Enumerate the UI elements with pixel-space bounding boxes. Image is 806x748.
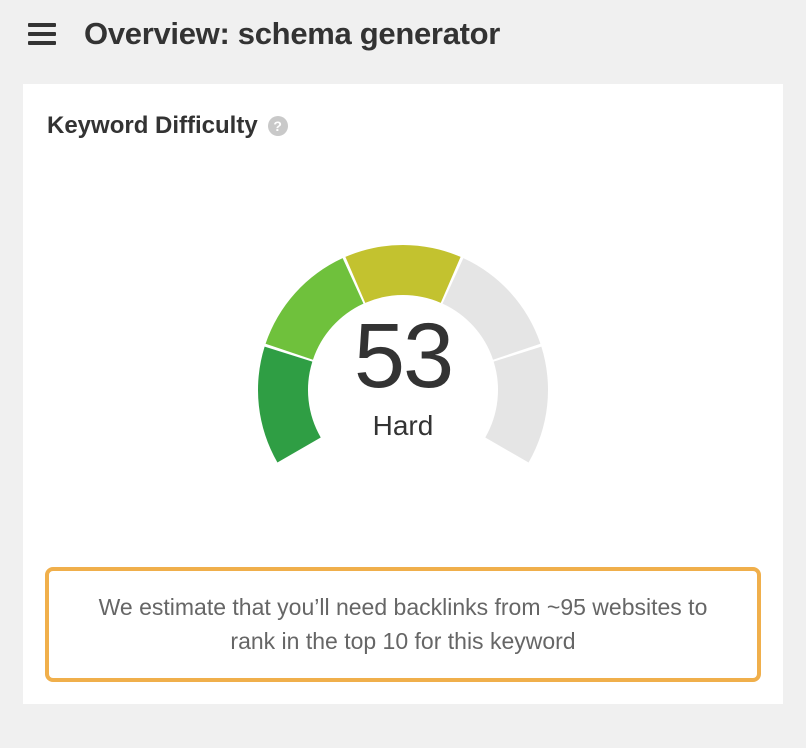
backlink-estimate: We estimate that you’ll need backlinks f… [45,567,761,682]
card-header: Keyword Difficulty ? [47,112,759,140]
page-header: Overview: schema generator [0,0,806,66]
help-icon[interactable]: ? [268,116,288,136]
keyword-difficulty-card: Keyword Difficulty ? 53 Hard We estimate… [23,84,783,704]
page-title: Overview: schema generator [84,16,500,52]
gauge-difficulty-label: Hard [238,410,568,442]
gauge: 53 Hard [47,200,759,480]
menu-icon[interactable] [28,23,56,45]
gauge-value: 53 [238,310,568,402]
card-title: Keyword Difficulty [47,112,258,140]
